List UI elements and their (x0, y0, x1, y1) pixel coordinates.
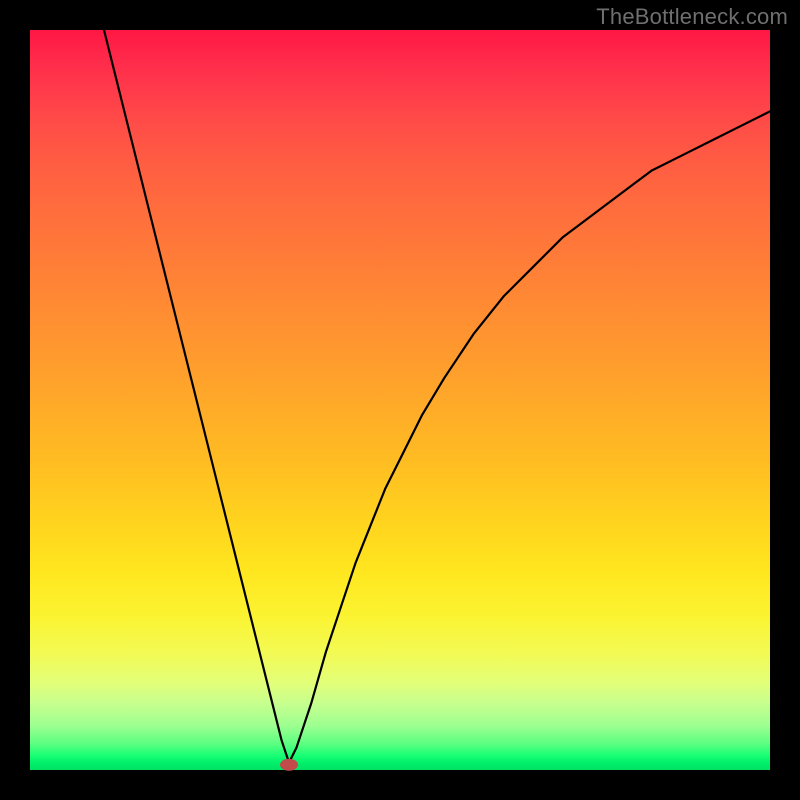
watermark-label: TheBottleneck.com (596, 4, 788, 30)
plot-area (30, 30, 770, 770)
bottleneck-curve (104, 30, 770, 763)
curve-layer (30, 30, 770, 770)
minimum-marker (280, 759, 298, 771)
chart-frame: TheBottleneck.com (0, 0, 800, 800)
